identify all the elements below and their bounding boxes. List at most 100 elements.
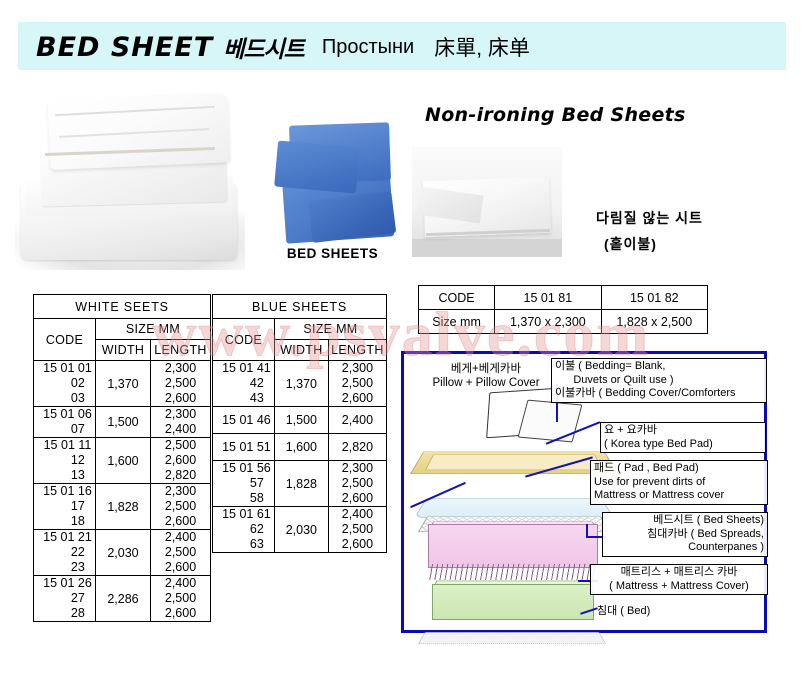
white-col-code: CODE bbox=[33, 318, 96, 361]
blue-row-code: 15 01 56 57 58 bbox=[212, 460, 275, 507]
white-row-width: 1,600 bbox=[94, 437, 152, 484]
label-mattress: 매트리스 + 매트리스 카바 ( Mattress + Mattress Cov… bbox=[590, 564, 768, 595]
blue-row-width: 1,828 bbox=[273, 460, 329, 507]
table-header-row: CODE SIZE MM bbox=[212, 318, 388, 361]
white-table-title: WHITE SEETS bbox=[33, 294, 211, 319]
ni-label-size: Size mm bbox=[417, 309, 496, 334]
blue-row-length: 2,400 bbox=[327, 406, 388, 434]
white-row-code: 15 01 16 17 18 bbox=[33, 483, 96, 530]
non-ironing-korean-line1: 다림질 않는 시트 bbox=[596, 210, 703, 226]
white-row-width: 2,030 bbox=[94, 529, 152, 576]
table-title-row: WHITE SEETS bbox=[33, 294, 211, 319]
table-row: Size mm 1,370 x 2,300 1,828 x 2,500 bbox=[417, 309, 709, 334]
blue-row-code: 15 01 61 62 63 bbox=[212, 506, 275, 553]
white-row-width: 1,500 bbox=[94, 406, 152, 438]
blue-row-width: 1,370 bbox=[273, 360, 329, 407]
bed-pad-layer bbox=[414, 498, 614, 518]
blue-row-length: 2,820 bbox=[327, 433, 388, 461]
duvet-layer bbox=[410, 451, 618, 474]
white-row-length: 2,300 2,500 2,600 bbox=[150, 483, 211, 530]
pillow-cover-layer bbox=[517, 399, 583, 443]
non-ironing-code-table: CODE 15 01 81 15 01 82 Size mm 1,370 x 2… bbox=[417, 285, 709, 334]
white-row-code: 15 01 26 27 28 bbox=[33, 575, 96, 622]
table-row: 15 01 11 12 13 1,600 2,500 2,600 2,820 bbox=[33, 437, 211, 484]
title-chinese: 床單, 床单 bbox=[434, 37, 530, 60]
table-row: 15 01 21 22 23 2,030 2,400 2,500 2,600 bbox=[33, 529, 211, 576]
diagram-inner: 베게+베게카바 Pillow + Pillow Cover 이불 ( Beddi… bbox=[404, 354, 768, 644]
white-sheets-table: WHITE SEETS CODE SIZE MM WIDTH LENGTH 15… bbox=[33, 294, 212, 622]
blue-row-length: 2,400 2,500 2,600 bbox=[327, 506, 388, 553]
table-header-row: CODE SIZE MM bbox=[33, 318, 212, 361]
blue-sheets-table: BLUE SHEETS CODE SIZE MM WIDTH LENGTH 15… bbox=[212, 294, 388, 553]
mattress-layer bbox=[432, 584, 594, 620]
white-row-code: 15 01 06 07 bbox=[33, 406, 96, 438]
blue-sheets-photo bbox=[262, 110, 402, 250]
leader-line-bedsheet-v bbox=[586, 524, 588, 538]
blue-row-code: 15 01 51 bbox=[212, 433, 275, 461]
bed-sheet-layer bbox=[428, 524, 598, 568]
table-row: CODE 15 01 81 15 01 82 bbox=[417, 285, 709, 310]
white-row-code: 15 01 11 12 13 bbox=[33, 437, 96, 484]
white-row-length: 2,300 2,400 bbox=[150, 406, 211, 438]
bedding-stack-illustration bbox=[410, 387, 620, 644]
bed-base-layer bbox=[418, 632, 606, 644]
label-korean-bed-pad: 요 + 요카바 ( Korea type Bed Pad) bbox=[600, 422, 766, 453]
white-row-width: 1,828 bbox=[94, 483, 152, 530]
white-sheets-photo bbox=[15, 80, 245, 270]
ni-size-1: 1,370 x 2,300 bbox=[494, 309, 602, 334]
table-row: 15 01 16 17 18 1,828 2,300 2,500 2,600 bbox=[33, 483, 211, 530]
white-col-size: SIZE MM bbox=[94, 318, 212, 340]
table-title-row: BLUE SHEETS bbox=[212, 294, 387, 319]
blue-row-length: 2,300 2,500 2,600 bbox=[327, 360, 388, 407]
non-ironing-title: Non-ironing Bed Sheets bbox=[425, 104, 686, 126]
white-row-length: 2,300 2,500 2,600 bbox=[150, 360, 211, 407]
label-bedding: 이불 ( Bedding= Blank, Duvets or Quilt use… bbox=[551, 358, 767, 403]
white-row-code: 15 01 01 02 03 bbox=[33, 360, 96, 407]
blue-row-code: 15 01 46 bbox=[212, 406, 275, 434]
ni-code-1: 15 01 81 bbox=[494, 285, 602, 310]
table-row: 15 01 41 42 43 1,370 2,300 2,500 2,600 bbox=[212, 360, 388, 407]
blue-row-code: 15 01 41 42 43 bbox=[212, 360, 275, 407]
blue-sheet-layer-4 bbox=[274, 140, 360, 194]
white-row-length: 2,400 2,500 2,600 bbox=[150, 575, 211, 622]
blue-sheets-caption: BED SHEETS bbox=[286, 246, 379, 261]
label-pillow: 베게+베게카바 Pillow + Pillow Cover bbox=[432, 363, 540, 389]
page-root: BED SHEET 베드시트 Простыни 床單, 床单 BED SHEET… bbox=[0, 0, 802, 694]
photo-floor bbox=[412, 239, 562, 257]
non-ironing-photo bbox=[412, 147, 562, 257]
label-bed-sheets: 베드시트 ( Bed Sheets) 침대카바 ( Bed Spreads, C… bbox=[602, 512, 768, 557]
blue-col-code: CODE bbox=[212, 318, 275, 361]
title-russian: Простыни bbox=[321, 35, 415, 58]
label-bed: 침대 ( Bed) bbox=[597, 605, 651, 617]
white-col-width: WIDTH bbox=[94, 339, 152, 361]
white-row-width: 2,286 bbox=[94, 575, 152, 622]
table-row: 15 01 46 1,500 2,400 bbox=[212, 406, 388, 434]
blue-row-length: 2,300 2,500 2,600 bbox=[327, 460, 388, 507]
title-korean: 베드시트 bbox=[223, 36, 305, 62]
table-row: 15 01 51 1,600 2,820 bbox=[212, 433, 388, 461]
white-col-length: LENGTH bbox=[150, 339, 211, 361]
white-row-length: 2,500 2,600 2,820 bbox=[150, 437, 211, 484]
white-row-length: 2,400 2,500 2,600 bbox=[150, 529, 211, 576]
non-ironing-korean-line2: (홑이불) bbox=[604, 236, 657, 252]
table-row: 15 01 61 62 63 2,030 2,400 2,500 2,600 bbox=[212, 506, 388, 553]
blue-col-length: LENGTH bbox=[327, 339, 388, 361]
bedding-layers-diagram: 베게+베게카바 Pillow + Pillow Cover 이불 ( Beddi… bbox=[401, 351, 768, 644]
page-title: BED SHEET 베드시트 Простыни 床單, 床单 bbox=[36, 26, 530, 68]
table-row: 15 01 56 57 58 1,828 2,300 2,500 2,600 bbox=[212, 460, 388, 507]
blue-row-width: 1,500 bbox=[273, 406, 329, 434]
table-row: 15 01 01 02 03 1,370 2,300 2,500 2,600 bbox=[33, 360, 211, 407]
ni-label-code: CODE bbox=[417, 285, 496, 310]
white-row-code: 15 01 21 22 23 bbox=[33, 529, 96, 576]
blue-col-size: SIZE MM bbox=[273, 318, 388, 340]
table-row: 15 01 26 27 28 2,286 2,400 2,500 2,600 bbox=[33, 575, 211, 622]
title-english: BED SHEET bbox=[36, 31, 214, 63]
blue-col-width: WIDTH bbox=[273, 339, 329, 361]
white-row-width: 1,370 bbox=[94, 360, 152, 407]
ni-code-2: 15 01 82 bbox=[600, 285, 709, 310]
blue-row-width: 1,600 bbox=[273, 433, 329, 461]
table-row: 15 01 06 07 1,500 2,300 2,400 bbox=[33, 406, 211, 438]
bed-sheet-skirt bbox=[428, 564, 596, 580]
ni-size-2: 1,828 x 2,500 bbox=[600, 309, 709, 334]
blue-table-title: BLUE SHEETS bbox=[212, 294, 387, 319]
